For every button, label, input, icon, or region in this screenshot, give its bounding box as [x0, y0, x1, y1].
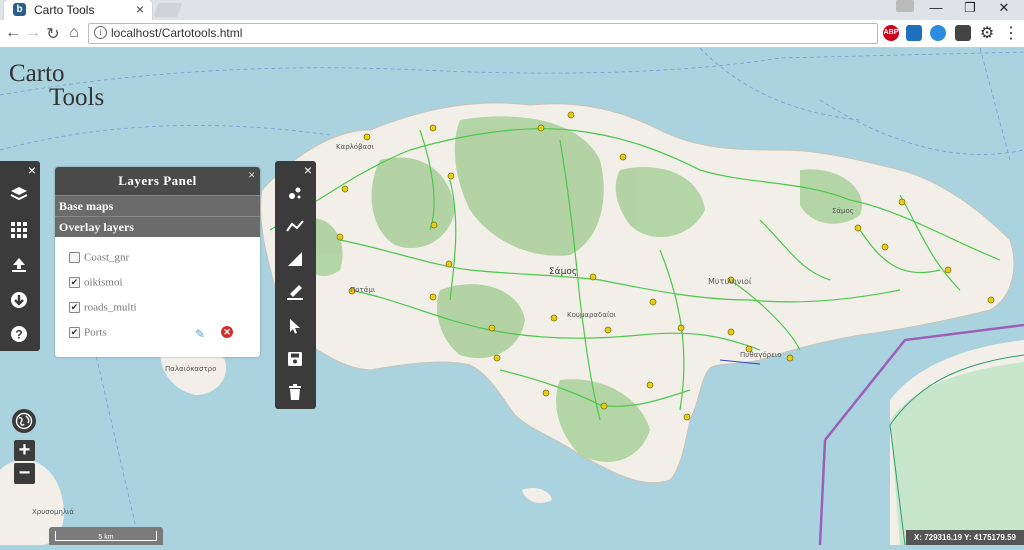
left-toolbar-close-button[interactable]: ×: [28, 162, 36, 178]
back-icon[interactable]: ←: [4, 24, 22, 42]
layer-name: oikismoi: [84, 276, 123, 289]
line-icon[interactable]: [285, 216, 305, 236]
layer-name: Coast_gnr: [84, 251, 130, 264]
tab-title: Carto Tools: [34, 3, 95, 17]
layer-row[interactable]: Coast_gnr: [69, 251, 129, 267]
address-bar[interactable]: i localhost/Cartotools.html: [88, 23, 878, 44]
browser-tab[interactable]: b Carto Tools ×: [4, 0, 152, 20]
grid-icon[interactable]: [8, 219, 30, 241]
new-tab-button[interactable]: [153, 3, 183, 17]
trash-icon[interactable]: [285, 382, 305, 402]
layer-checkbox[interactable]: ✔: [69, 301, 80, 313]
layers-icon[interactable]: [8, 183, 30, 205]
place-label: Ποτάμι: [350, 286, 376, 294]
save-icon[interactable]: [285, 349, 305, 369]
restore-button[interactable]: ❐: [956, 0, 984, 16]
place-label: Σάμος: [549, 267, 578, 277]
zoom-in-button[interactable]: +: [14, 440, 35, 461]
globe-icon[interactable]: [12, 409, 36, 433]
mouse-coordinates: X: 729316.19 Y: 4175179.59: [906, 530, 1024, 545]
browser-toolbar: ← → ↻ ⌂ i localhost/Cartotools.html ABP …: [0, 20, 1024, 48]
place-label: Καρλόβασι: [336, 143, 374, 151]
cloud-extension-icon[interactable]: [930, 25, 946, 41]
favicon-icon: b: [13, 3, 26, 16]
polygon-icon[interactable]: [285, 249, 305, 269]
gear-icon[interactable]: ⚙: [978, 23, 996, 43]
draw-toolbar: ×: [275, 161, 316, 409]
layers-panel-header: Layers Panel ×: [55, 167, 260, 195]
zoom-out-button[interactable]: −: [14, 463, 35, 484]
menu-icon[interactable]: ⋮: [1002, 23, 1020, 43]
scale-bar: 5 km: [49, 527, 163, 545]
draw-toolbar-close-button[interactable]: ×: [304, 162, 312, 178]
tab-strip: b Carto Tools × — ❐ ✕: [0, 0, 1024, 20]
url-text: localhost/Cartotools.html: [111, 26, 243, 40]
point-icon[interactable]: [285, 183, 305, 203]
layer-checkbox[interactable]: [69, 251, 80, 263]
logo-line2: Tools: [49, 84, 105, 111]
place-label: Κουμαραδαίοι: [567, 311, 616, 319]
scale-label: 5 km: [55, 531, 157, 541]
svg-text:?: ?: [15, 328, 22, 342]
place-label: Μυτιληνιοί: [708, 277, 752, 286]
download-icon[interactable]: [8, 289, 30, 311]
edit-layer-icon[interactable]: ✎: [195, 327, 205, 341]
layer-name: Ports: [84, 326, 107, 339]
layer-checkbox[interactable]: ✔: [69, 326, 80, 338]
info-icon[interactable]: i: [94, 26, 107, 39]
minimize-button[interactable]: —: [922, 0, 950, 16]
place-label: Σάμος: [832, 207, 854, 215]
picker-extension-icon[interactable]: [955, 25, 971, 41]
forward-icon[interactable]: →: [24, 24, 42, 42]
base-maps-section[interactable]: Base maps: [55, 195, 260, 216]
select-icon[interactable]: [285, 316, 305, 336]
layer-row[interactable]: ✔ Ports: [69, 326, 107, 342]
left-toolbar: × ?: [0, 161, 40, 351]
window-extension-icon[interactable]: [906, 25, 922, 41]
place-label: Παλαιόκαστρο: [165, 365, 217, 373]
layer-name: roads_multi: [84, 301, 137, 314]
layers-panel: Layers Panel × Base maps Overlay layers …: [55, 167, 260, 357]
carto-tools-logo: Carto Tools: [9, 60, 149, 116]
layers-panel-title: Layers Panel: [118, 173, 197, 188]
remove-layer-icon[interactable]: ✕: [221, 326, 233, 338]
layer-row[interactable]: ✔ roads_multi: [69, 301, 137, 317]
layer-checkbox[interactable]: ✔: [69, 276, 80, 288]
tab-close-button[interactable]: ×: [136, 1, 144, 17]
place-label: Πυθαγόρειο: [740, 351, 782, 359]
home-icon[interactable]: ⌂: [65, 24, 83, 42]
overlay-layers-section[interactable]: Overlay layers: [55, 216, 260, 237]
user-profile-icon[interactable]: [896, 0, 914, 12]
upload-icon[interactable]: [8, 254, 30, 276]
layer-row[interactable]: ✔ oikismoi: [69, 276, 123, 292]
freehand-icon[interactable]: [285, 282, 305, 302]
close-window-button[interactable]: ✕: [990, 0, 1018, 16]
help-icon[interactable]: ?: [8, 323, 30, 345]
layers-panel-close-button[interactable]: ×: [248, 161, 256, 189]
place-label: Χρυσομηλιά: [32, 508, 75, 516]
reload-icon[interactable]: ↻: [44, 24, 62, 44]
adblock-icon[interactable]: ABP: [883, 25, 899, 41]
